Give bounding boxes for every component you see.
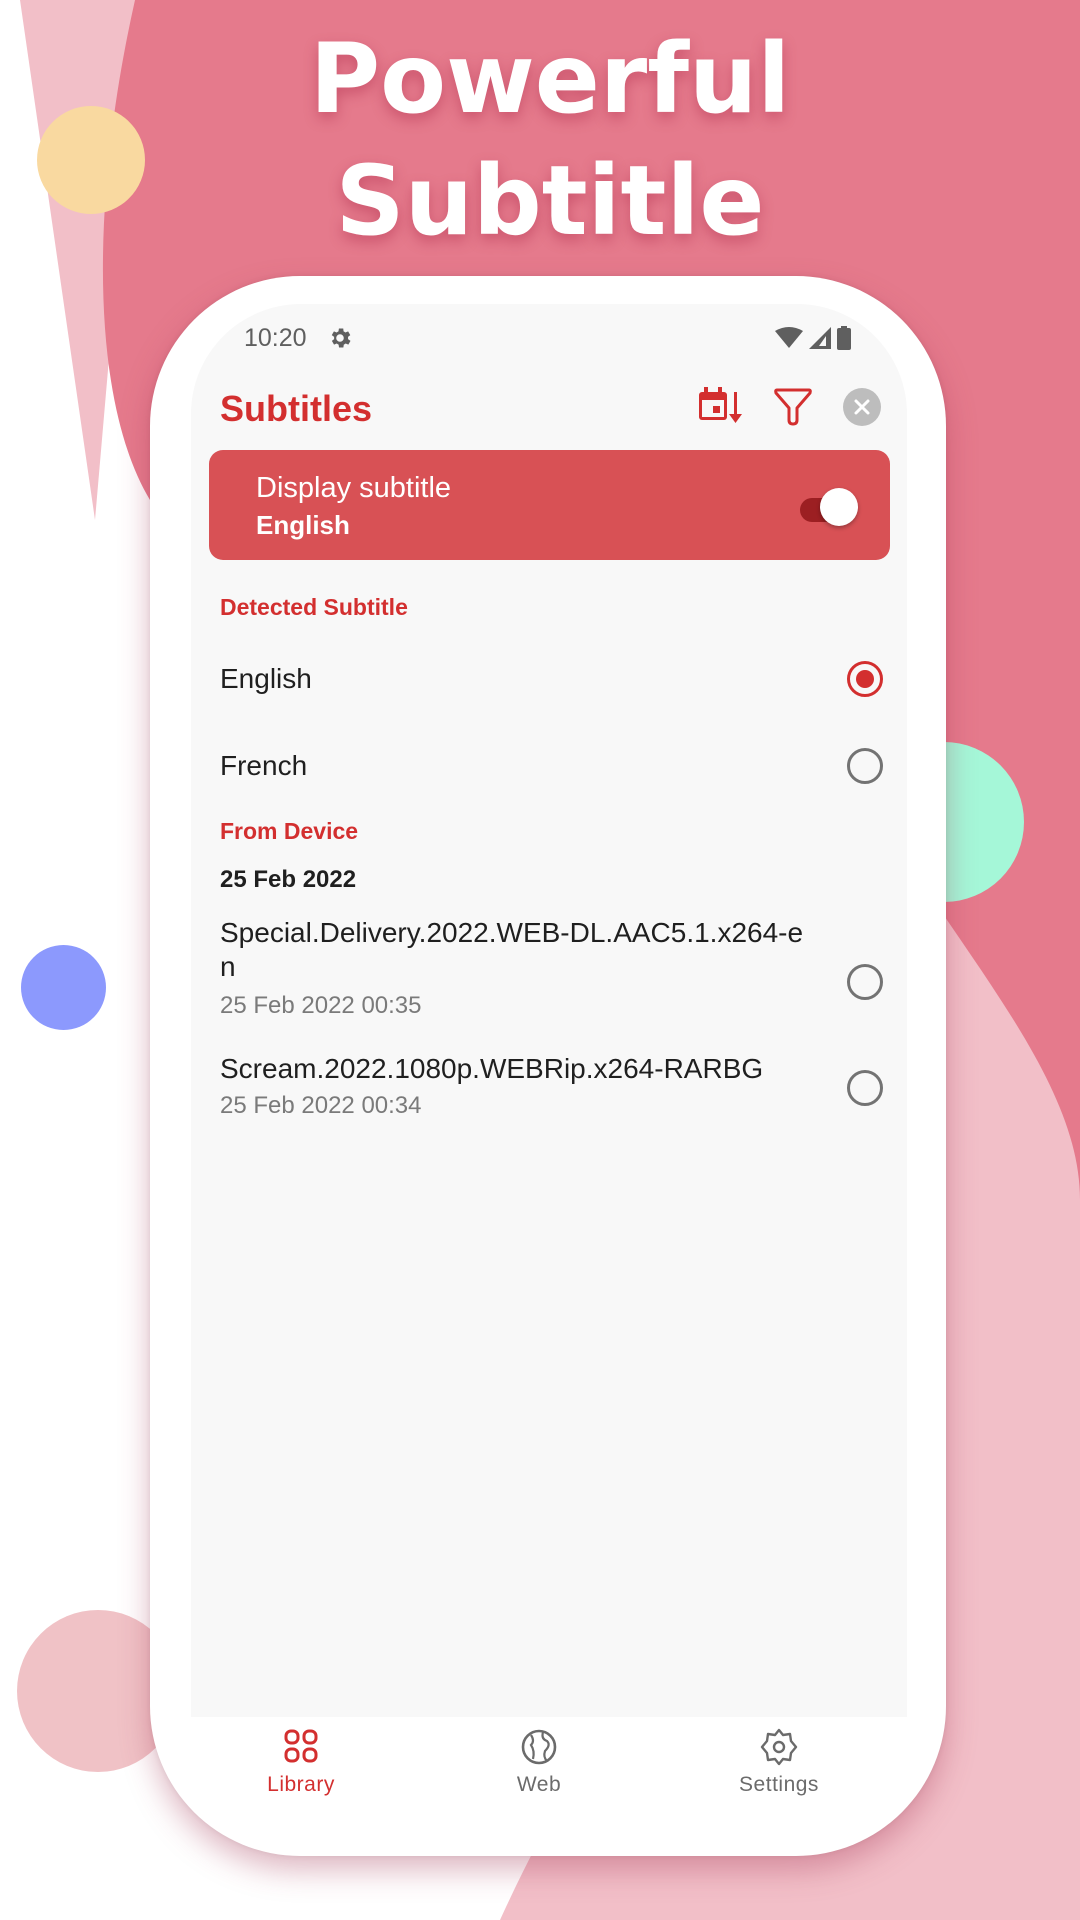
display-subtitle-toggle[interactable] bbox=[796, 488, 858, 528]
status-bar: 10:20 bbox=[191, 304, 907, 366]
radio-button[interactable] bbox=[847, 1070, 883, 1106]
settings-icon bbox=[331, 328, 351, 348]
display-subtitle-label: Display subtitle bbox=[256, 472, 452, 504]
status-icons bbox=[775, 326, 851, 350]
display-subtitle-card[interactable]: Display subtitle English bbox=[209, 450, 890, 560]
app-bar: Subtitles bbox=[191, 366, 907, 446]
decor-circle-blue bbox=[21, 945, 106, 1030]
file-date: 25 Feb 2022 00:35 bbox=[220, 992, 422, 1019]
toggle-thumb bbox=[820, 488, 858, 526]
option-label: French bbox=[220, 750, 308, 781]
headline-line-1: Powerful bbox=[309, 23, 791, 135]
page-title: Subtitles bbox=[220, 388, 373, 429]
close-icon bbox=[854, 399, 870, 415]
wifi-icon bbox=[775, 327, 803, 348]
sort-by-date-icon bbox=[699, 387, 742, 423]
date-group-header: 25 Feb 2022 bbox=[220, 866, 357, 893]
file-list-item[interactable]: Scream.2022.1080p.WEBRip.x264-RARBG 25 F… bbox=[191, 1052, 907, 1128]
filter-icon bbox=[774, 388, 812, 426]
radio-button-selected[interactable] bbox=[847, 661, 883, 697]
section-header-detected: Detected Subtitle bbox=[220, 594, 408, 620]
app-screen: 10:20 Subtitles Display subtitle English… bbox=[191, 304, 907, 1717]
subtitle-option-english[interactable]: English bbox=[191, 649, 907, 713]
close-button[interactable] bbox=[843, 388, 881, 426]
filter-button[interactable] bbox=[771, 384, 815, 428]
option-label: English bbox=[220, 663, 312, 694]
signal-icon bbox=[809, 327, 831, 349]
nav-label: Library bbox=[267, 1773, 335, 1796]
nav-item-web[interactable]: Web bbox=[459, 1727, 619, 1797]
section-header-from-device: From Device bbox=[220, 818, 359, 844]
promo-headline: Powerful Subtitle bbox=[0, 18, 1080, 262]
radio-button[interactable] bbox=[847, 748, 883, 784]
battery-icon bbox=[837, 326, 851, 350]
headline-line-2: Subtitle bbox=[335, 145, 765, 257]
nav-label: Settings bbox=[739, 1773, 819, 1796]
file-name: Special.Delivery.2022.WEB-DL.AAC5.1.x264… bbox=[220, 917, 804, 982]
file-name: Scream.2022.1080p.WEBRip.x264-RARBG bbox=[220, 1053, 764, 1084]
sort-by-date-button[interactable] bbox=[696, 384, 744, 428]
nav-label: Web bbox=[516, 1773, 562, 1796]
radio-button[interactable] bbox=[847, 964, 883, 1000]
phone-frame: 10:20 Subtitles Display subtitle English… bbox=[150, 276, 946, 1856]
file-list-item[interactable]: Special.Delivery.2022.WEB-DL.AAC5.1.x264… bbox=[191, 916, 907, 1026]
display-subtitle-value: English bbox=[256, 510, 350, 540]
settings-icon bbox=[760, 1728, 798, 1766]
nav-item-settings[interactable]: Settings bbox=[699, 1727, 859, 1797]
file-date: 25 Feb 2022 00:34 bbox=[220, 1092, 422, 1119]
globe-icon bbox=[521, 1729, 557, 1765]
bottom-navigation: Library Web Settings bbox=[191, 1717, 907, 1827]
library-grid-icon bbox=[284, 1729, 318, 1763]
subtitle-option-french[interactable]: French bbox=[191, 736, 907, 800]
nav-item-library[interactable]: Library bbox=[221, 1727, 381, 1797]
status-time: 10:20 bbox=[244, 324, 307, 352]
